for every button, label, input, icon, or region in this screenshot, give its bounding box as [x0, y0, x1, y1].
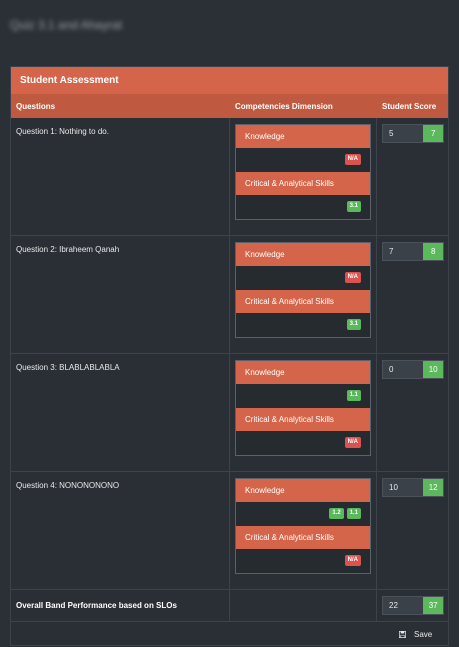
- table-row: Question 1: Nothing to do. Knowledge N/A…: [11, 118, 448, 236]
- competency-name: Critical & Analytical Skills: [236, 408, 370, 431]
- student-score: 7: [383, 243, 424, 260]
- panel-title: Student Assessment: [11, 67, 448, 94]
- overall-row: Overall Band Performance based on SLOs 2…: [11, 590, 448, 622]
- max-score: 7: [423, 125, 443, 142]
- overall-score: 22: [383, 597, 424, 614]
- competency-badges: 1.1: [236, 384, 370, 408]
- page-title: Quiz 3.1 and Ahayrat: [10, 18, 123, 32]
- score-box: 10 12: [382, 478, 444, 497]
- competency-badge: 1.2: [329, 508, 344, 519]
- page-header: Quiz 3.1 and Ahayrat: [0, 0, 459, 52]
- question-label: Question 2: Ibraheem Qanah: [16, 245, 120, 254]
- competency-box: Knowledge 1.1 Critical & Analytical Skill…: [235, 360, 371, 456]
- competency-badges: 1.2 1.1: [236, 502, 370, 526]
- competency-badge: N/A: [344, 272, 361, 283]
- table-row: Question 4: NONONONONO Knowledge 1.2 1.1 C…: [11, 472, 448, 590]
- competency-name: Knowledge: [236, 125, 370, 148]
- question-label: Question 3: BLABLABLABLA: [16, 363, 120, 372]
- column-header-competencies: Competencies Dimension: [235, 102, 333, 111]
- competency-badges: N/A: [236, 431, 370, 455]
- save-button[interactable]: Save: [395, 627, 443, 642]
- competency-badges: N/A: [236, 549, 370, 573]
- student-assessment-panel: Student Assessment Questions Competencie…: [10, 66, 449, 646]
- table-header: Questions Competencies Dimension Student…: [11, 94, 448, 118]
- competency-badge: 1.1: [346, 390, 361, 401]
- competency-badge: 3.1: [346, 201, 361, 212]
- competency-box: Knowledge 1.2 1.1 Critical & Analytical Sk…: [235, 478, 371, 574]
- column-header-questions: Questions: [16, 102, 56, 111]
- panel-footer: Save: [11, 622, 448, 647]
- student-score: 5: [383, 125, 424, 142]
- competency-name: Critical & Analytical Skills: [236, 526, 370, 549]
- competency-name: Critical & Analytical Skills: [236, 290, 370, 313]
- overall-label: Overall Band Performance based on SLOs: [16, 601, 177, 610]
- competency-badge: 3.1: [346, 319, 361, 330]
- competency-name: Critical & Analytical Skills: [236, 172, 370, 195]
- score-box: 7 8: [382, 242, 444, 261]
- competency-badges: N/A: [236, 148, 370, 172]
- competency-badges: N/A: [236, 266, 370, 290]
- question-label: Question 1: Nothing to do.: [16, 127, 109, 136]
- floppy-disk-icon: [399, 631, 406, 638]
- score-box: 0 10: [382, 360, 444, 379]
- competency-name: Knowledge: [236, 361, 370, 384]
- max-score: 8: [423, 243, 443, 260]
- competency-badge: N/A: [344, 437, 361, 448]
- column-header-score: Student Score: [382, 102, 437, 111]
- competency-name: Knowledge: [236, 479, 370, 502]
- save-label: Save: [414, 630, 433, 639]
- max-score: 12: [423, 479, 443, 496]
- competency-badge: N/A: [344, 555, 361, 566]
- competency-badges: 3.1: [236, 195, 370, 219]
- student-score: 10: [383, 479, 424, 496]
- question-label: Question 4: NONONONONO: [16, 481, 120, 490]
- overall-score-box: 22 37: [382, 596, 444, 615]
- score-box: 5 7: [382, 124, 444, 143]
- competency-badge: 1.1: [346, 508, 361, 519]
- student-score: 0: [383, 361, 424, 378]
- overall-max-score: 37: [423, 597, 443, 614]
- table-row: Question 3: BLABLABLABLA Knowledge 1.1 Cr…: [11, 354, 448, 472]
- max-score: 10: [423, 361, 443, 378]
- table-row: Question 2: Ibraheem Qanah Knowledge N/A…: [11, 236, 448, 354]
- competency-box: Knowledge N/A Critical & Analytical Skill…: [235, 242, 371, 338]
- competency-badges: 3.1: [236, 313, 370, 337]
- competency-badge: N/A: [344, 154, 361, 165]
- competency-name: Knowledge: [236, 243, 370, 266]
- competency-box: Knowledge N/A Critical & Analytical Skill…: [235, 124, 371, 220]
